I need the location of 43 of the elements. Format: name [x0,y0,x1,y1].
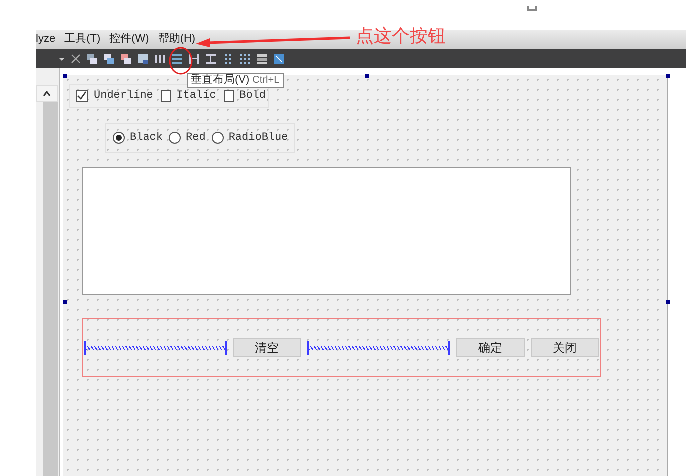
push-button[interactable]: 关闭 [530,338,599,357]
checkbox[interactable] [76,90,88,102]
splitter-icon[interactable] [205,52,217,64]
grid-icon[interactable] [239,52,251,64]
resize-icon[interactable] [273,52,285,64]
selection-handle[interactable] [63,300,67,304]
selection-handle[interactable] [666,300,670,304]
checkbox-label: Bold [240,88,266,104]
caret-up-icon [43,90,51,96]
scrollbar[interactable] [43,102,58,476]
selection-handle[interactable] [63,74,67,78]
push-button[interactable]: 确定 [456,338,525,357]
dropdown-caret-icon[interactable] [58,56,66,62]
checkbox-label: Italic [176,88,216,104]
radio-label: RadioBlue [228,130,288,146]
checkbox-label: Underline [94,88,154,104]
menu-item[interactable]: 工具(T) [64,31,101,48]
menu-item[interactable]: 控件(W) [110,31,150,48]
shortcut-text: Ctrl+L [252,74,280,88]
splitter-icon[interactable] [188,52,200,64]
windows-icon[interactable] [103,52,115,64]
rows-icon[interactable] [171,52,183,64]
radio-button[interactable] [212,132,224,144]
checkbox[interactable] [161,90,171,102]
selection-handle[interactable] [365,74,369,78]
radio-label: Red [186,130,206,146]
radio-button[interactable] [113,132,125,144]
scroll-up-button[interactable] [36,85,58,102]
grid-icon[interactable] [222,52,234,64]
menu-item[interactable]: lyze [36,31,56,48]
close-icon[interactable] [71,54,81,64]
window-mark-icon [527,6,537,11]
selection-handle[interactable] [666,74,670,78]
columns-icon[interactable] [154,52,166,64]
checkbox[interactable] [224,90,234,102]
push-button[interactable]: 清空 [232,338,302,357]
menu-item[interactable]: 帮助(H) [158,31,196,48]
tooltip-text: 垂直布局(V) [191,72,250,88]
windows-icon[interactable] [86,52,98,64]
annotation-text: 点这个按钮 [356,25,446,48]
windows-icon[interactable] [120,52,132,64]
radio-button[interactable] [169,132,182,144]
radio-label: Black [130,130,164,146]
